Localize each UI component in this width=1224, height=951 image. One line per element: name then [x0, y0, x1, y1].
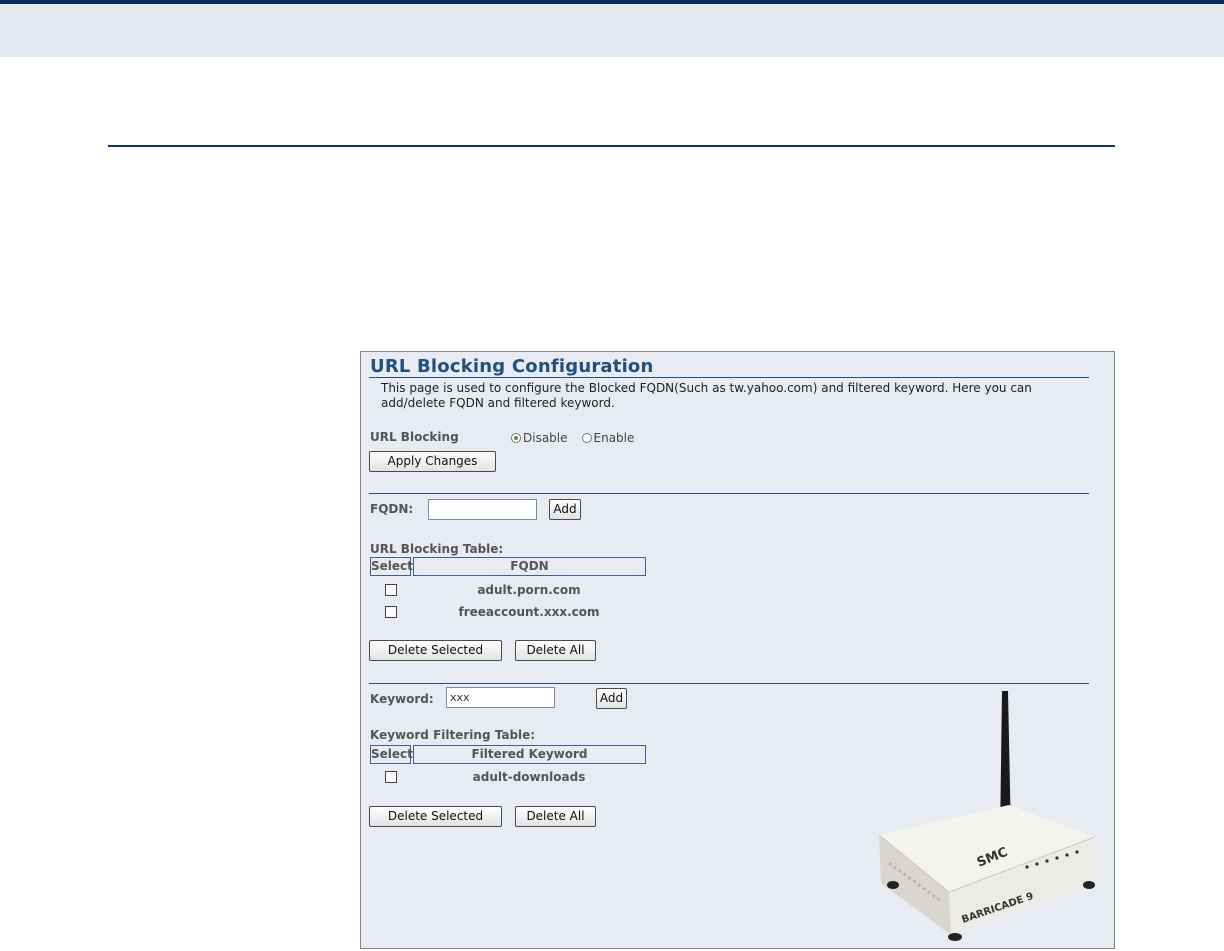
table-row: adult.porn.com — [477, 583, 581, 597]
router-illustration: SMC BARRICADE 9 — [878, 691, 1097, 941]
section-divider — [108, 145, 1115, 147]
keyword-table-title: Keyword Filtering Table: — [370, 728, 536, 742]
keyword-row-checkbox[interactable] — [385, 771, 397, 783]
keyword-table-header-select: Select — [370, 745, 413, 764]
page-title: URL Blocking Configuration — [370, 356, 654, 377]
keyword-table-header-keyword: Filtered Keyword — [413, 745, 646, 764]
url-row-checkbox[interactable] — [385, 606, 397, 618]
disable-radio[interactable] — [511, 433, 521, 443]
url-blocking-panel: URL Blocking Configuration This page is … — [360, 351, 1115, 949]
url-row-checkbox[interactable] — [385, 584, 397, 596]
url-table-header-fqdn: FQDN — [413, 557, 646, 576]
keyword-input[interactable] — [446, 687, 555, 708]
url-blocking-label: URL Blocking — [370, 430, 459, 444]
enable-radio-label[interactable]: Enable — [594, 431, 635, 445]
section-separator — [369, 683, 1089, 684]
table-row: adult-downloads — [472, 770, 586, 784]
url-table-header-select: Select — [370, 557, 413, 576]
disable-radio-label[interactable]: Disable — [523, 431, 568, 445]
section-separator — [369, 493, 1089, 494]
fqdn-input[interactable] — [428, 499, 537, 520]
page-header-band — [0, 0, 1224, 57]
url-table-title: URL Blocking Table: — [370, 542, 504, 556]
url-blocking-radio-group: Disable Enable — [511, 431, 648, 445]
apply-changes-button[interactable]: Apply Changes — [369, 451, 496, 472]
title-underline — [369, 377, 1089, 378]
url-delete-selected-button[interactable]: Delete Selected — [369, 640, 502, 661]
keyword-delete-selected-button[interactable]: Delete Selected — [369, 806, 502, 827]
keyword-delete-all-button[interactable]: Delete All — [515, 806, 596, 827]
enable-radio[interactable] — [581, 433, 592, 443]
fqdn-add-button[interactable]: Add — [549, 499, 581, 520]
page-description: This page is used to configure the Block… — [381, 381, 1032, 410]
url-delete-all-button[interactable]: Delete All — [515, 640, 596, 661]
table-row: freeaccount.xxx.com — [458, 605, 600, 619]
keyword-add-button[interactable]: Add — [596, 688, 627, 709]
keyword-label: Keyword: — [370, 692, 434, 706]
fqdn-label: FQDN: — [370, 502, 414, 516]
